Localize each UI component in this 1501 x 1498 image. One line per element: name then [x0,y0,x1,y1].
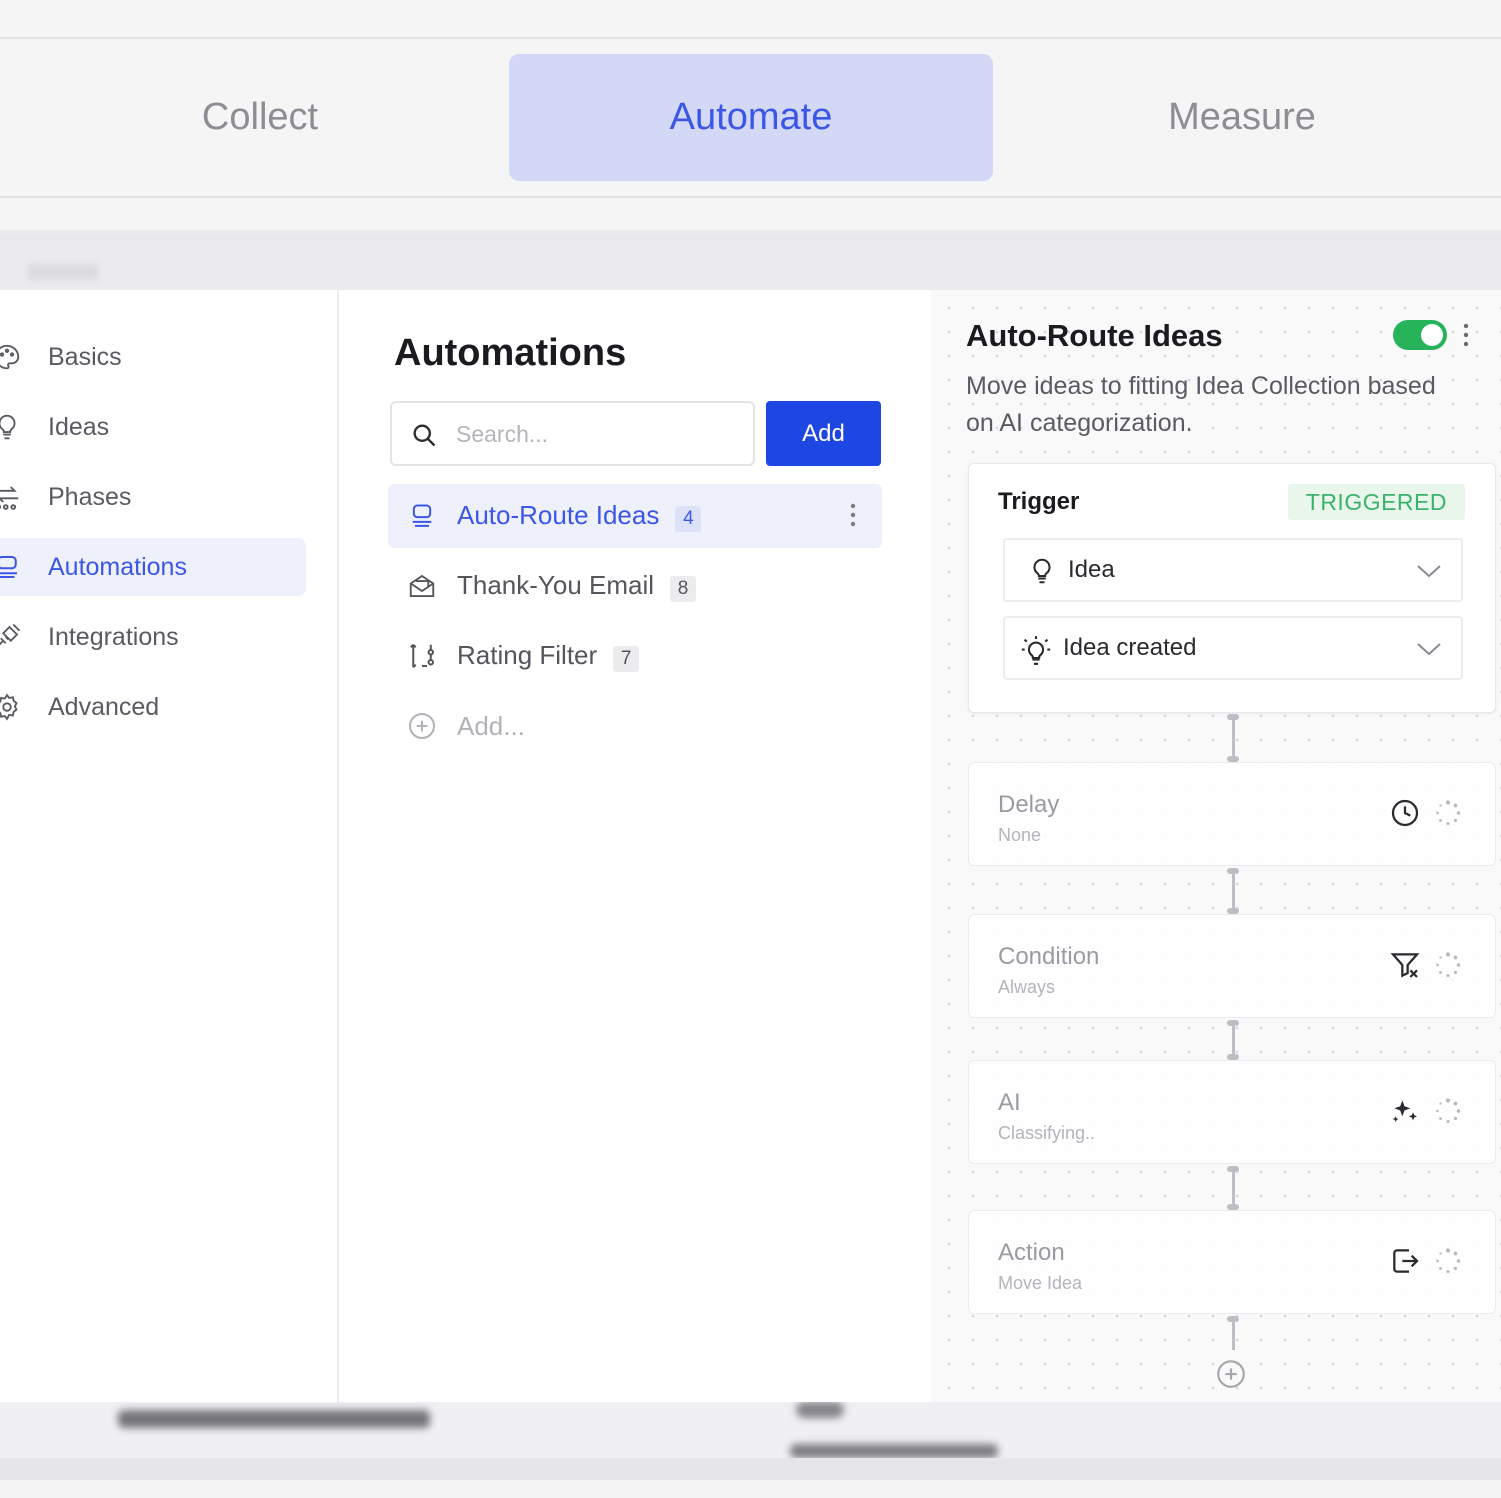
settings-sidebar: Basics Ideas Phases Automations Integrat… [0,290,338,1402]
tab-collect[interactable]: Collect [18,54,502,181]
blurred-background-avatar [796,1402,844,1418]
automation-item-rating-filter[interactable]: Rating Filter 7 [388,624,882,688]
more-options-icon[interactable] [850,502,856,535]
loading-spinner-icon [1434,799,1462,832]
search-icon [410,421,438,454]
automation-item-text: Auto-Route Ideas 4 [457,500,702,532]
sidebar-item-basics[interactable]: Basics [0,328,306,386]
automation-name: Thank-You Email [457,570,655,600]
divider [0,1458,1501,1480]
sidebar-item-label: Integrations [48,622,179,651]
sidebar-item-label: Advanced [48,692,160,721]
chevron-down-icon [1415,560,1443,588]
mail-icon [404,568,440,604]
divider [0,37,1501,39]
step-status: Classifying.. [998,1123,1096,1143]
count-badge: 4 [675,506,702,532]
robot-icon [404,498,440,534]
loading-spinner-icon [1434,1097,1462,1130]
page-title: Automations [394,332,627,374]
loading-spinner-icon [1434,951,1462,984]
plus-circle-icon [404,708,440,744]
trigger-heading: Trigger [998,488,1080,515]
divider [0,196,1501,198]
add-automation-label: Add... [457,710,525,741]
automation-detail-panel: Auto-Route Ideas Move ideas to fitting I… [931,290,1501,1402]
blurred-background-text [118,1410,430,1428]
automation-item-text: Thank-You Email 8 [457,570,697,602]
automation-name: Auto-Route Ideas [457,500,660,530]
count-badge: 7 [613,646,640,672]
lightbulb-icon [0,410,24,444]
count-badge: 8 [670,576,697,602]
step-status: None [998,825,1042,845]
automation-description: Move ideas to fitting Idea Collection ba… [966,372,1436,437]
sparkles-icon [1389,1095,1421,1132]
step-name: Condition [998,943,1100,970]
tab-measure[interactable]: Measure [1000,54,1484,181]
loading-spinner-icon [1434,1247,1462,1280]
search-input[interactable] [456,417,736,451]
flow-connector [1227,1020,1239,1060]
tab-automate[interactable]: Automate [509,54,993,181]
step-status: Move Idea [998,1273,1083,1293]
select-value: Idea created [1063,634,1197,661]
enabled-toggle[interactable] [1393,320,1447,350]
step-name: Action [998,1239,1065,1266]
automation-name: Rating Filter [457,640,598,670]
robot-icon [0,550,24,584]
trigger-event-select[interactable]: Idea created [1003,616,1463,680]
step-status: Always [998,977,1056,997]
automation-item-thank-you-email[interactable]: Thank-You Email 8 [388,554,882,618]
status-badge: TRIGGERED [1287,484,1465,520]
sidebar-item-label: Basics [48,342,122,371]
branch-icon [404,638,440,674]
sidebar-item-integrations[interactable]: Integrations [0,608,306,666]
gear-icon [0,690,24,724]
sidebar-item-automations[interactable]: Automations [0,538,306,596]
more-options-icon[interactable] [1463,322,1469,353]
step-action[interactable]: Action Move Idea [968,1210,1496,1314]
sidebar-item-advanced[interactable]: Advanced [0,678,306,736]
step-delay[interactable]: Delay None [968,762,1496,866]
step-condition[interactable]: Condition Always [968,914,1496,1018]
palette-icon [0,340,24,374]
automation-item-text: Rating Filter 7 [457,640,640,672]
flow-connector [1227,868,1239,914]
sidebar-item-phases[interactable]: Phases [0,468,306,526]
trigger-card: Trigger TRIGGERED Idea Idea created [968,463,1496,713]
step-name: Delay [998,791,1060,818]
chevron-down-icon [1415,638,1443,666]
automations-list-panel: Automations Add Auto-Route Ideas 4 Thank-… [339,290,931,1402]
select-value: Idea [1068,556,1115,583]
add-automation-item[interactable]: Add... [388,694,882,758]
phases-icon [0,480,24,514]
lightbulb-sparkle-icon [1019,634,1053,675]
step-name: AI [998,1089,1021,1116]
flow-connector [1227,1316,1239,1350]
add-button[interactable]: Add [766,401,881,466]
sidebar-item-ideas[interactable]: Ideas [0,398,306,456]
lightbulb-icon [1027,556,1057,593]
trigger-object-select[interactable]: Idea [1003,538,1463,602]
clock-icon [1389,797,1421,834]
filter-x-icon [1389,949,1421,986]
plug-icon [0,620,24,654]
top-tab-bar: Collect Automate Measure [0,0,1501,240]
add-step-icon[interactable] [1214,1357,1248,1396]
sidebar-item-label: Automations [48,552,187,581]
flow-connector [1227,1166,1239,1210]
search-field[interactable] [390,401,755,466]
move-to-icon [1389,1245,1421,1282]
sidebar-item-label: Ideas [48,412,110,441]
automation-item-auto-route-ideas[interactable]: Auto-Route Ideas 4 [388,484,882,548]
sidebar-item-label: Phases [48,482,132,511]
automation-title: Auto-Route Ideas [966,318,1223,353]
blurred-breadcrumb [28,264,98,280]
blurred-background-text [790,1444,998,1458]
flow-connector [1227,714,1239,762]
step-ai[interactable]: AI Classifying.. [968,1060,1496,1164]
